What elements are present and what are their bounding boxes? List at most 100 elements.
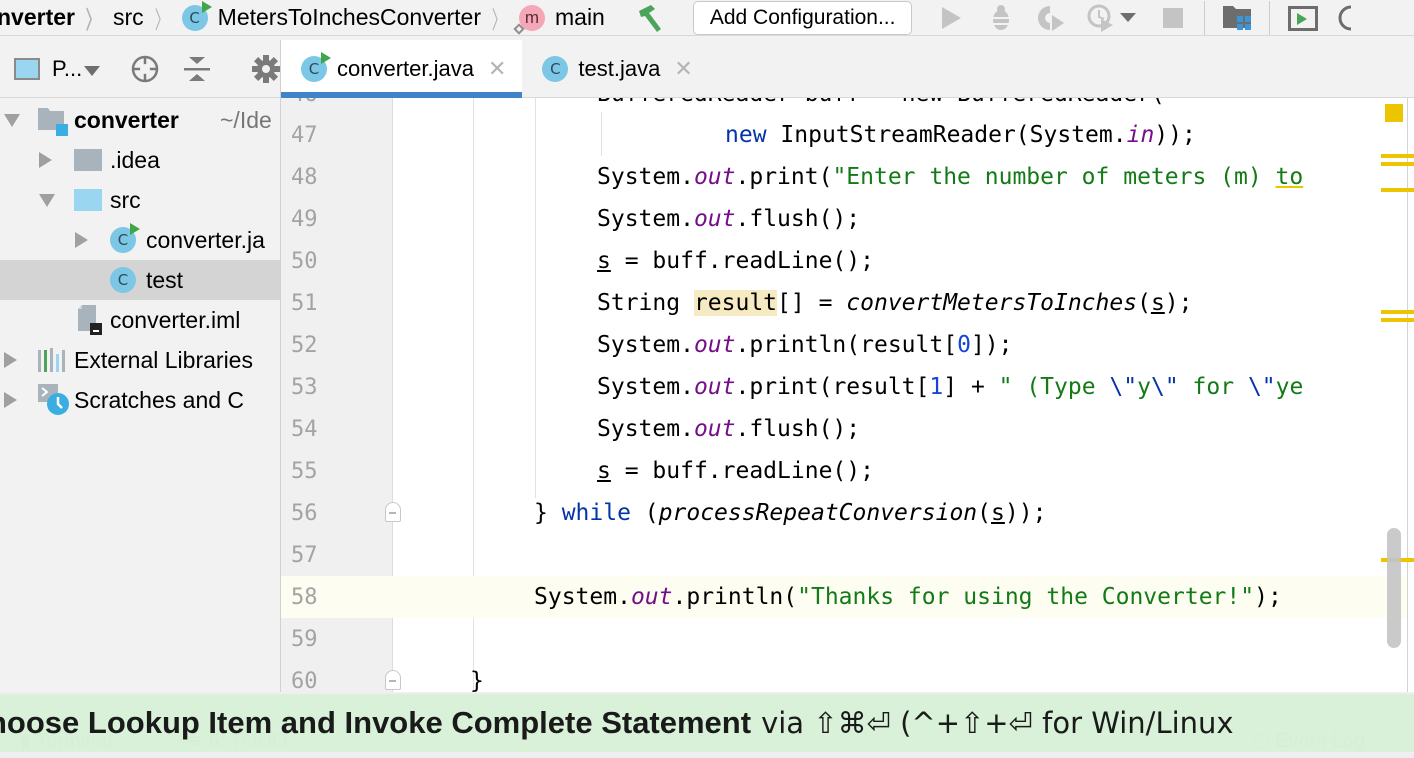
breadcrumb-src[interactable]: src 〉 bbox=[113, 0, 182, 36]
expand-arrow-icon[interactable] bbox=[4, 352, 17, 368]
string-token: for bbox=[1178, 374, 1248, 400]
tree-item-converter-java[interactable]: C converter.ja bbox=[0, 220, 280, 260]
expand-arrow-icon[interactable] bbox=[4, 392, 17, 408]
stop-icon[interactable] bbox=[1158, 3, 1188, 33]
vertical-scrollbar[interactable] bbox=[1387, 528, 1401, 648]
breadcrumb-project[interactable]: nverter 〉 bbox=[0, 0, 113, 36]
warning-marker[interactable] bbox=[1381, 318, 1414, 322]
editor-tabs: C converter.java ✕ C test.java ✕ bbox=[280, 40, 1414, 98]
code-token: . bbox=[680, 164, 694, 190]
breadcrumb-method[interactable]: m main bbox=[513, 0, 605, 36]
dropdown-icon[interactable] bbox=[1118, 3, 1138, 33]
scratches-icon bbox=[38, 384, 70, 422]
code-editor[interactable]: 46 BufferedReader buff = new BufferedRea… bbox=[280, 98, 1414, 692]
collapse-all-icon[interactable] bbox=[184, 55, 211, 83]
project-view-label: P... bbox=[52, 55, 83, 81]
line-number: 59 bbox=[291, 626, 318, 652]
expand-arrow-icon[interactable] bbox=[39, 193, 55, 207]
expand-arrow-icon[interactable] bbox=[75, 232, 88, 248]
field-token: out bbox=[693, 374, 736, 400]
build-hammer-icon[interactable] bbox=[635, 3, 669, 33]
code-token: . bbox=[680, 206, 694, 232]
tree-item-idea[interactable]: .idea bbox=[0, 140, 280, 180]
string-token: " (Type bbox=[998, 374, 1110, 400]
code-token: System bbox=[534, 584, 618, 610]
code-token: . bbox=[680, 332, 694, 358]
close-icon[interactable]: ✕ bbox=[674, 56, 692, 82]
tree-item-label: converter.iml bbox=[110, 306, 241, 333]
toolbar-separator bbox=[1204, 0, 1206, 35]
warning-status-icon[interactable] bbox=[1385, 104, 1403, 122]
code-text: System.out.flush(); bbox=[597, 416, 860, 442]
code-token: = buff.readLine(); bbox=[610, 458, 874, 484]
tab-converter-java[interactable]: C converter.java ✕ bbox=[281, 40, 523, 98]
close-icon[interactable]: ✕ bbox=[488, 56, 506, 82]
code-text: System.out.flush(); bbox=[597, 206, 860, 232]
code-token: . bbox=[680, 416, 694, 442]
warning-marker[interactable] bbox=[1381, 310, 1414, 314]
tree-item-label: converter bbox=[74, 106, 179, 133]
code-text: } while (processRepeatConversion(s)); bbox=[534, 500, 1046, 526]
line-number: 53 bbox=[291, 374, 318, 400]
folder-icon bbox=[74, 149, 102, 171]
fold-marker-icon[interactable] bbox=[385, 502, 401, 522]
string-token: y bbox=[1137, 374, 1151, 400]
class-runnable-icon: C bbox=[301, 51, 331, 82]
line-number: 50 bbox=[291, 248, 318, 274]
tree-item-converter[interactable]: converter ~/Ide bbox=[0, 100, 280, 140]
tree-item-test[interactable]: C test bbox=[0, 260, 280, 300]
string-token: ye bbox=[1275, 374, 1304, 400]
line-number: 58 bbox=[291, 584, 318, 610]
expand-arrow-icon[interactable] bbox=[39, 152, 52, 168]
class-badge-letter: C bbox=[189, 8, 200, 27]
run-console-icon[interactable] bbox=[1288, 3, 1319, 33]
warning-marker[interactable] bbox=[1381, 154, 1414, 158]
profile-icon[interactable] bbox=[1086, 3, 1116, 33]
line-number: 60 bbox=[291, 668, 318, 693]
code-text: System.out.print("Enter the number of me… bbox=[597, 164, 1303, 190]
class-badge-letter: C bbox=[308, 59, 320, 78]
line-number: 52 bbox=[291, 332, 318, 358]
number-token: 1 bbox=[929, 374, 944, 400]
tree-item-label: test bbox=[146, 266, 184, 293]
code-token: .println( bbox=[672, 584, 798, 610]
tree-item-src[interactable]: src bbox=[0, 180, 280, 220]
shortcut-hint-banner: hoose Lookup Item and Invoke Complete St… bbox=[0, 694, 1414, 752]
class-runnable-icon: C bbox=[110, 223, 140, 253]
locate-icon[interactable] bbox=[130, 54, 160, 84]
code-line-52: 52 System.out.println(result[0]); bbox=[281, 324, 1414, 366]
code-text: s = buff.readLine(); bbox=[597, 458, 874, 484]
code-text: BufferedReader buff = new BufferedReader… bbox=[597, 98, 1165, 107]
project-view-selector[interactable]: P... bbox=[14, 55, 101, 82]
code-token: ); bbox=[1254, 584, 1282, 610]
debug-icon[interactable] bbox=[986, 3, 1016, 33]
breadcrumb-class-label: MetersToInchesConverter bbox=[217, 4, 481, 30]
tab-test-java[interactable]: C test.java ✕ bbox=[522, 40, 708, 97]
tree-item-scratches[interactable]: Scratches and C bbox=[0, 380, 280, 420]
code-token: String bbox=[597, 290, 694, 316]
code-token: )); bbox=[1004, 500, 1047, 526]
fold-marker-icon[interactable] bbox=[385, 670, 401, 690]
gear-icon[interactable] bbox=[252, 54, 281, 83]
code-token: .print( bbox=[735, 374, 833, 400]
tree-item-external-libraries[interactable]: External Libraries bbox=[0, 340, 280, 380]
coverage-icon[interactable] bbox=[1036, 3, 1066, 33]
code-token: ); bbox=[1164, 290, 1193, 316]
run-icon[interactable] bbox=[936, 3, 966, 33]
expand-arrow-icon[interactable] bbox=[4, 113, 20, 127]
project-structure-icon[interactable] bbox=[1223, 3, 1253, 33]
code-text: new InputStreamReader(System.in)); bbox=[725, 122, 1196, 148]
string-token: to bbox=[1275, 164, 1304, 190]
warning-marker[interactable] bbox=[1381, 162, 1414, 166]
warning-marker[interactable] bbox=[1381, 188, 1414, 192]
search-everywhere-icon[interactable] bbox=[1332, 3, 1362, 33]
keyword-token: while bbox=[561, 500, 631, 526]
module-folder-icon bbox=[38, 108, 68, 142]
tree-item-converter-iml[interactable]: converter.iml bbox=[0, 300, 280, 340]
code-token: ( bbox=[1137, 290, 1151, 316]
code-line-56: 56 } while (processRepeatConversion(s)); bbox=[281, 492, 1414, 534]
project-tree: converter ~/Ide .idea src C converter.ja… bbox=[0, 100, 280, 690]
code-token: )); bbox=[1154, 122, 1196, 148]
add-configuration-button[interactable]: Add Configuration... bbox=[692, 0, 913, 35]
breadcrumb-class[interactable]: C MetersToInchesConverter 〉 bbox=[181, 0, 519, 36]
